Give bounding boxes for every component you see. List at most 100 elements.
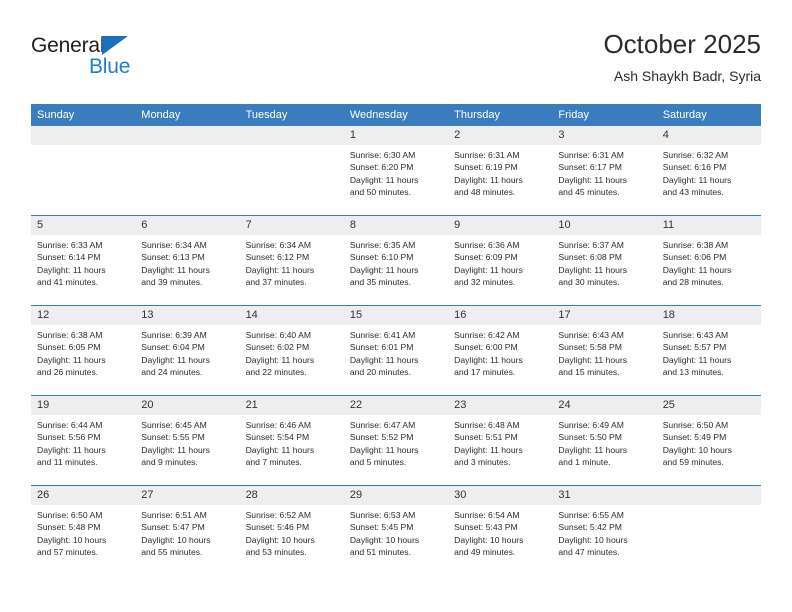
- calendar-week-row: 19 Sunrise: 6:44 AM Sunset: 5:56 PM Dayligh…: [31, 395, 761, 486]
- day-detail-line: Daylight: 11 hours: [349, 264, 419, 275]
- calendar-day-cell[interactable]: 7 Sunrise: 6:34 AM Sunset: 6:12 PM Daylight…: [239, 215, 344, 306]
- day-detail-line: Sunrise: 6:37 AM: [558, 240, 624, 250]
- day-number: 14: [239, 306, 344, 325]
- day-details: Sunrise: 6:34 AM Sunset: 6:12 PM Daylight:…: [240, 235, 344, 288]
- day-detail-line: and 30 minutes.: [558, 276, 620, 287]
- day-detail-line: Daylight: 11 hours: [662, 264, 732, 275]
- day-detail-line: Sunset: 6:05 PM: [37, 342, 101, 353]
- day-detail-line: and 35 minutes.: [349, 276, 411, 287]
- calendar-page: General Blue October 2025 Ash Shaykh Bad…: [0, 0, 792, 612]
- calendar-day-cell[interactable]: 25 Sunrise: 6:50 AM Sunset: 5:49 PM Dayligh…: [656, 395, 761, 486]
- day-details: Sunrise: 6:43 AM Sunset: 5:57 PM Daylight:…: [657, 325, 761, 378]
- day-details: Sunrise: 6:49 AM Sunset: 5:50 PM Daylight:…: [552, 415, 656, 468]
- column-header-tuesday: Tuesday: [239, 104, 344, 126]
- day-detail-line: Daylight: 11 hours: [37, 264, 106, 275]
- day-number: 10: [552, 216, 657, 235]
- day-detail-line: Daylight: 11 hours: [141, 264, 210, 275]
- day-detail-line: Sunrise: 6:35 AM: [349, 240, 416, 250]
- day-details: Sunrise: 6:37 AM Sunset: 6:08 PM Daylight:…: [552, 235, 656, 288]
- day-detail-line: Sunset: 6:14 PM: [37, 252, 101, 263]
- day-detail-line: and 41 minutes.: [37, 276, 99, 287]
- day-detail-line: and 11 minutes.: [37, 456, 98, 467]
- day-detail-line: Daylight: 11 hours: [141, 354, 210, 365]
- calendar-day-cell[interactable]: 29 Sunrise: 6:53 AM Sunset: 5:45 PM Dayligh…: [343, 485, 449, 575]
- calendar-day-cell[interactable]: 20 Sunrise: 6:45 AM Sunset: 5:55 PM Dayligh…: [135, 395, 240, 486]
- day-details: Sunrise: 6:34 AM Sunset: 6:13 PM Daylight:…: [135, 235, 239, 288]
- day-detail-line: and 48 minutes.: [454, 186, 516, 197]
- day-number: 30: [448, 486, 553, 505]
- calendar-day-cell[interactable]: 10 Sunrise: 6:37 AM Sunset: 6:08 PM Dayligh…: [552, 215, 657, 306]
- calendar-week-row: 5 Sunrise: 6:33 AM Sunset: 6:14 PM Daylight…: [31, 215, 761, 306]
- calendar-header-row: Sunday Monday Tuesday Wednesday Thursday…: [31, 104, 761, 126]
- calendar-day-cell[interactable]: 13 Sunrise: 6:39 AM Sunset: 6:04 PM Dayligh…: [135, 305, 240, 396]
- day-details: Sunrise: 6:31 AM Sunset: 6:17 PM Daylight:…: [552, 145, 656, 198]
- calendar-day-cell[interactable]: 19 Sunrise: 6:44 AM Sunset: 5:56 PM Dayligh…: [31, 395, 136, 486]
- calendar-day-cell[interactable]: 28 Sunrise: 6:52 AM Sunset: 5:46 PM Dayligh…: [239, 485, 344, 575]
- calendar-day-cell[interactable]: 22 Sunrise: 6:47 AM Sunset: 5:52 PM Dayligh…: [343, 395, 449, 486]
- column-header-thursday: Thursday: [448, 104, 553, 126]
- calendar-day-cell[interactable]: 2 Sunrise: 6:31 AM Sunset: 6:19 PM Daylight…: [448, 126, 553, 216]
- calendar-day-cell[interactable]: 30 Sunrise: 6:54 AM Sunset: 5:43 PM Dayligh…: [448, 485, 553, 575]
- day-detail-line: Daylight: 11 hours: [349, 354, 419, 365]
- day-detail-line: and 28 minutes.: [662, 276, 724, 287]
- day-number: 16: [448, 306, 553, 325]
- day-detail-line: and 55 minutes.: [141, 546, 203, 557]
- calendar-day-cell[interactable]: 23 Sunrise: 6:48 AM Sunset: 5:51 PM Dayligh…: [448, 395, 553, 486]
- calendar-day-cell[interactable]: 11 Sunrise: 6:38 AM Sunset: 6:06 PM Dayligh…: [656, 215, 761, 306]
- day-detail-line: Sunrise: 6:33 AM: [37, 240, 103, 250]
- calendar-day-cell[interactable]: 4 Sunrise: 6:32 AM Sunset: 6:16 PM Daylight…: [656, 126, 761, 216]
- calendar-day-cell[interactable]: 27 Sunrise: 6:51 AM Sunset: 5:47 PM Dayligh…: [135, 485, 240, 575]
- day-detail-line: Sunset: 6:00 PM: [454, 342, 518, 353]
- calendar-day-cell[interactable]: 31 Sunrise: 6:55 AM Sunset: 5:42 PM Dayligh…: [552, 485, 657, 575]
- calendar-day-cell[interactable]: 14 Sunrise: 6:40 AM Sunset: 6:02 PM Dayligh…: [239, 305, 344, 396]
- calendar-body: 1 Sunrise: 6:30 AM Sunset: 6:20 PM Daylight…: [31, 126, 761, 575]
- day-details: Sunrise: 6:40 AM Sunset: 6:02 PM Daylight:…: [240, 325, 344, 378]
- calendar-day-cell[interactable]: 15 Sunrise: 6:41 AM Sunset: 6:01 PM Dayligh…: [343, 305, 449, 396]
- day-number: 29: [343, 486, 449, 505]
- day-number: 1: [343, 126, 449, 145]
- calendar-day-cell[interactable]: 3 Sunrise: 6:31 AM Sunset: 6:17 PM Daylight…: [552, 126, 657, 216]
- day-detail-line: Sunset: 5:48 PM: [37, 522, 101, 533]
- calendar-day-cell[interactable]: 12 Sunrise: 6:38 AM Sunset: 6:05 PM Dayligh…: [31, 305, 136, 396]
- calendar-day-cell[interactable]: 26 Sunrise: 6:50 AM Sunset: 5:48 PM Dayligh…: [31, 485, 136, 575]
- calendar-day-cell[interactable]: 16 Sunrise: 6:42 AM Sunset: 6:00 PM Dayligh…: [448, 305, 553, 396]
- day-detail-line: and 39 minutes.: [141, 276, 203, 287]
- calendar-day-cell[interactable]: 5 Sunrise: 6:33 AM Sunset: 6:14 PM Daylight…: [31, 215, 136, 306]
- day-number: 25: [656, 396, 761, 415]
- calendar-day-cell[interactable]: 24 Sunrise: 6:49 AM Sunset: 5:50 PM Dayligh…: [552, 395, 657, 486]
- day-detail-line: Sunrise: 6:52 AM: [245, 510, 312, 520]
- day-details: Sunrise: 6:54 AM Sunset: 5:43 PM Daylight:…: [448, 505, 552, 558]
- day-detail-line: Sunset: 6:20 PM: [349, 162, 414, 173]
- day-detail-line: Sunrise: 6:55 AM: [558, 510, 624, 520]
- day-detail-line: Sunset: 5:56 PM: [37, 432, 101, 443]
- calendar-cell-empty: [239, 126, 344, 216]
- calendar-day-cell[interactable]: 17 Sunrise: 6:43 AM Sunset: 5:58 PM Dayligh…: [552, 305, 657, 396]
- calendar-day-cell[interactable]: 9 Sunrise: 6:36 AM Sunset: 6:09 PM Daylight…: [448, 215, 553, 306]
- generalblue-logo[interactable]: General Blue: [31, 34, 181, 86]
- calendar-day-cell[interactable]: 21 Sunrise: 6:46 AM Sunset: 5:54 PM Dayligh…: [239, 395, 344, 486]
- day-detail-line: Sunrise: 6:54 AM: [454, 510, 520, 520]
- day-details: Sunrise: 6:42 AM Sunset: 6:00 PM Daylight:…: [448, 325, 552, 378]
- day-detail-line: Sunset: 6:12 PM: [245, 252, 310, 263]
- calendar-day-cell[interactable]: 8 Sunrise: 6:35 AM Sunset: 6:10 PM Daylight…: [343, 215, 449, 306]
- day-details: Sunrise: 6:33 AM Sunset: 6:14 PM Daylight:…: [31, 235, 135, 288]
- day-details: Sunrise: 6:30 AM Sunset: 6:20 PM Daylight:…: [344, 145, 448, 198]
- page-header: General Blue October 2025 Ash Shaykh Bad…: [31, 28, 761, 98]
- day-detail-line: Sunrise: 6:36 AM: [454, 240, 520, 250]
- day-detail-line: Daylight: 11 hours: [558, 354, 628, 365]
- day-detail-line: and 53 minutes.: [245, 546, 307, 557]
- calendar-table: Sunday Monday Tuesday Wednesday Thursday…: [31, 104, 761, 575]
- day-detail-line: Daylight: 10 hours: [454, 534, 524, 545]
- day-detail-line: Daylight: 11 hours: [454, 174, 523, 185]
- page-subtitle: Ash Shaykh Badr, Syria: [613, 68, 761, 84]
- day-details: Sunrise: 6:48 AM Sunset: 5:51 PM Daylight:…: [448, 415, 552, 468]
- day-detail-line: and 43 minutes.: [662, 186, 724, 197]
- calendar-day-cell[interactable]: 1 Sunrise: 6:30 AM Sunset: 6:20 PM Daylight…: [343, 126, 449, 216]
- day-detail-line: Sunset: 5:42 PM: [558, 522, 622, 533]
- calendar-day-cell[interactable]: 6 Sunrise: 6:34 AM Sunset: 6:13 PM Daylight…: [135, 215, 240, 306]
- day-detail-line: Sunset: 6:08 PM: [558, 252, 622, 263]
- page-title: October 2025: [603, 29, 761, 59]
- day-detail-line: Sunset: 6:09 PM: [454, 252, 518, 263]
- calendar-day-cell[interactable]: 18 Sunrise: 6:43 AM Sunset: 5:57 PM Dayligh…: [656, 305, 761, 396]
- day-number: 12: [31, 306, 136, 325]
